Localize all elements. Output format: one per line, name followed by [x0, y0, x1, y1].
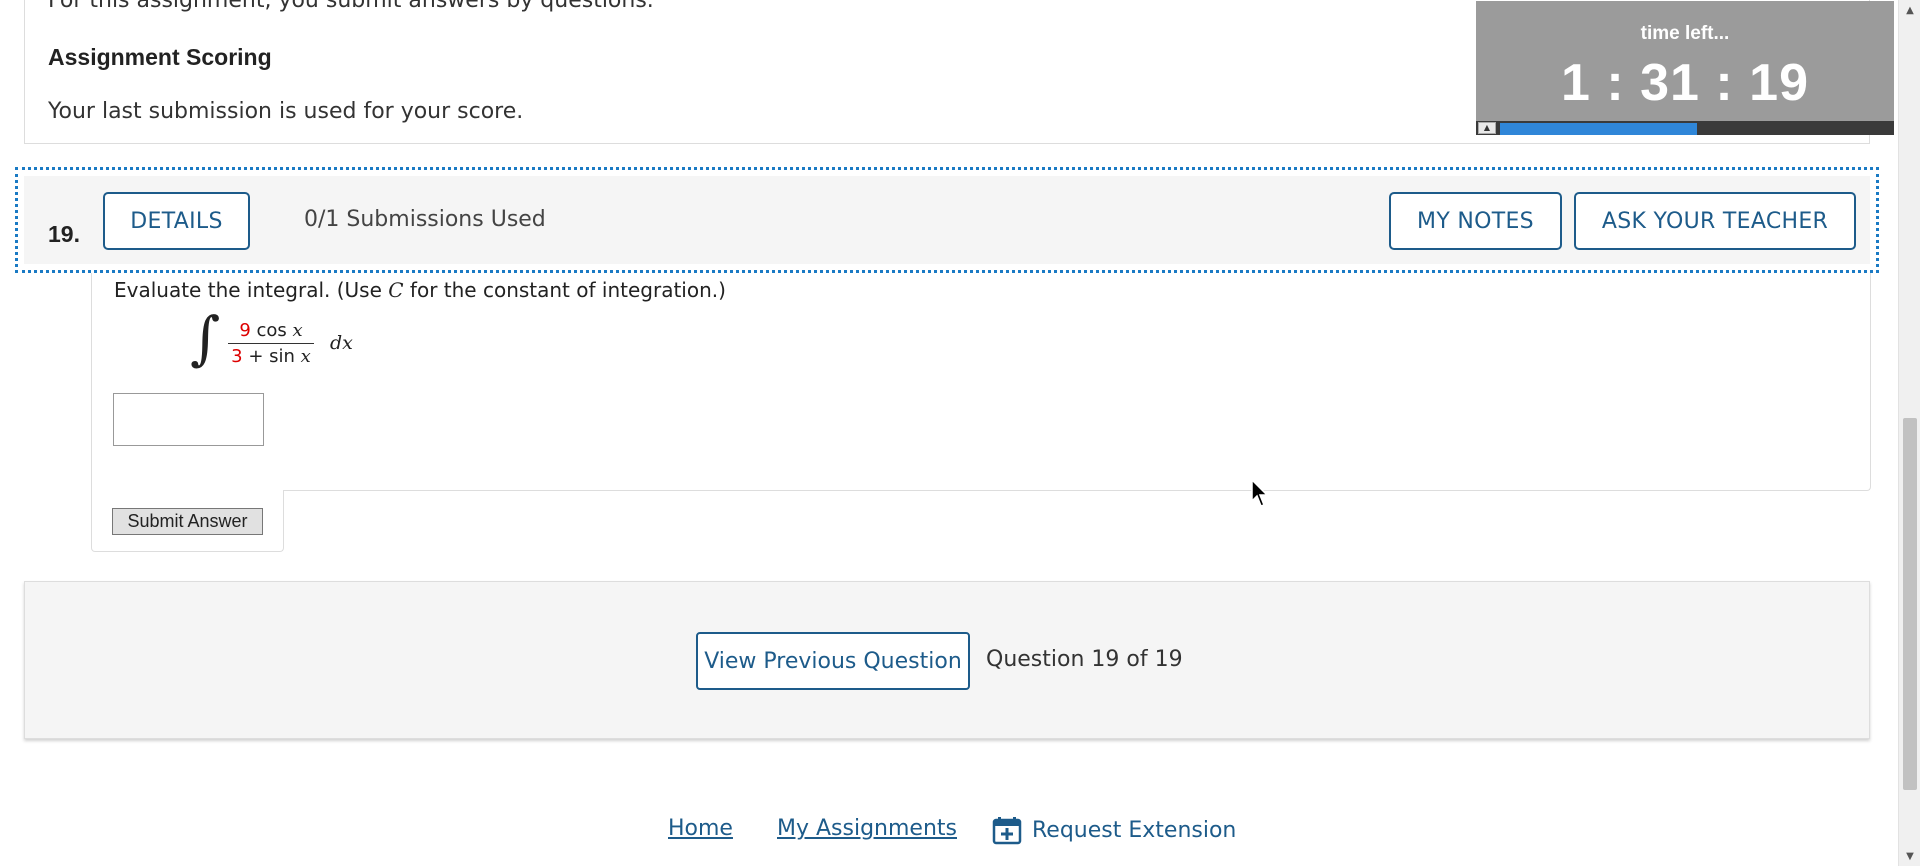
- scroll-down-icon[interactable]: ▼: [1899, 846, 1920, 866]
- submit-answer-button[interactable]: Submit Answer: [112, 508, 263, 535]
- ask-your-teacher-button[interactable]: ASK YOUR TEACHER: [1574, 192, 1856, 250]
- view-previous-question-button[interactable]: View Previous Question: [696, 632, 970, 690]
- question-number: 19.: [48, 221, 80, 247]
- submissions-used: 0/1 Submissions Used: [304, 207, 546, 232]
- assignment-scoring-heading: Assignment Scoring: [48, 44, 272, 70]
- page: For this assignment, you submit answers …: [0, 0, 1898, 866]
- integral-sign: ∫: [190, 304, 221, 372]
- question-prompt: Evaluate the integral. (Use C for the co…: [114, 278, 726, 302]
- details-button[interactable]: DETAILS: [103, 192, 250, 250]
- time-left-value: 1 : 31 : 19: [1560, 54, 1810, 112]
- time-left-widget: time left... 1 : 31 : 19 ▲: [1476, 1, 1894, 135]
- calendar-plus-icon: [992, 817, 1022, 845]
- my-assignments-link[interactable]: My Assignments: [777, 816, 957, 841]
- scrollbar-thumb[interactable]: [1903, 418, 1917, 790]
- home-link[interactable]: Home: [668, 816, 733, 841]
- submission-mode-text: For this assignment, you submit answers …: [48, 0, 654, 13]
- answer-input[interactable]: [113, 393, 264, 446]
- my-notes-button[interactable]: MY NOTES: [1389, 192, 1562, 250]
- fraction-denominator: 3 + sin x: [231, 346, 311, 367]
- constant-variable: C: [388, 278, 404, 302]
- fraction: 9 cos x 3 + sin x: [226, 320, 316, 367]
- request-extension-link[interactable]: Request Extension: [992, 814, 1236, 846]
- time-left-label: time left...: [1640, 23, 1730, 44]
- assignment-scoring-text: Your last submission is used for your sc…: [48, 99, 524, 124]
- request-extension-label: Request Extension: [1032, 817, 1237, 843]
- differential: dx: [330, 332, 353, 354]
- question-position: Question 19 of 19: [986, 647, 1183, 672]
- fraction-numerator: 9 cos x: [239, 320, 303, 341]
- integral-expression: ∫ 9 cos x 3 + sin x dx: [190, 304, 450, 374]
- timer-scroll-up-icon[interactable]: ▲: [1478, 122, 1496, 134]
- time-progress-bar: ▲: [1476, 121, 1894, 135]
- scroll-up-icon[interactable]: ▲: [1899, 0, 1920, 20]
- mouse-cursor-icon: [1251, 479, 1269, 507]
- page-scrollbar[interactable]: ▲ ▼: [1898, 0, 1920, 866]
- time-progress-fill: [1500, 123, 1697, 135]
- question-body: [91, 273, 1871, 491]
